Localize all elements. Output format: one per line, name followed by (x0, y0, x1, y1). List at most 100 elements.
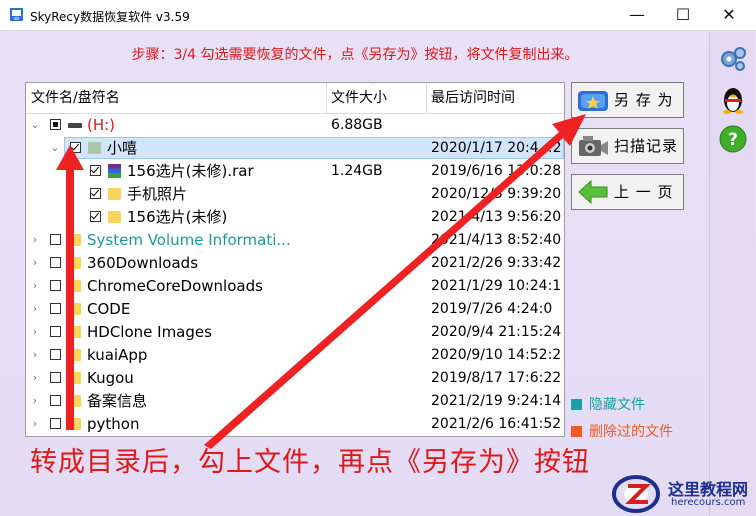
row-name: Kugou (87, 369, 134, 387)
row-time: 2019/8/17 17:6:22 (431, 370, 562, 386)
scan-log-button[interactable]: 扫描记录 (571, 128, 684, 164)
row-checkbox[interactable] (50, 372, 61, 383)
legend-hidden-swatch (571, 399, 582, 410)
app-icon (10, 8, 23, 21)
legend-deleted-swatch (571, 426, 582, 437)
folder-icon (68, 280, 81, 292)
folder-icon (68, 372, 81, 384)
chevron-down-icon[interactable]: ⌄ (30, 118, 40, 132)
tree-row[interactable]: 156选片(未修) 2021/4/13 9:56:20 (26, 206, 564, 229)
row-name: 156选片(未修) (127, 208, 228, 226)
row-checkbox[interactable] (50, 280, 61, 291)
tree-row[interactable]: › python 2021/2/6 16:41:52 (26, 413, 564, 436)
step-instruction: 步骤：3/4 勾选需要恢复的文件，点《另存为》按钮，将文件复制出来。 (131, 47, 579, 63)
row-time: 2020/9/10 14:52:2 (431, 347, 562, 363)
tree-row[interactable]: › System Volume Informati... 2021/4/13 8:5… (26, 229, 564, 252)
tree-row[interactable]: › ChromeCoreDownloads 2021/1/29 10:24:1 (26, 275, 564, 298)
tree-row[interactable]: ⌄ 小嘻 2020/1/17 20:4…2 (26, 137, 564, 160)
folder-icon (68, 395, 81, 407)
tree-row[interactable]: 156选片(未修).rar 1.24GB 2019/6/16 13:0:28 (26, 160, 564, 183)
close-button[interactable]: ✕ (706, 0, 752, 30)
row-checkbox[interactable] (50, 257, 61, 268)
tree-row[interactable]: › kuaiApp 2020/9/10 14:52:2 (26, 344, 564, 367)
folder-icon (68, 303, 81, 315)
tree-row[interactable]: ⌄ (H:) 6.88GB (26, 114, 564, 137)
save-as-label: 另 存 为 (614, 91, 674, 109)
column-header-size[interactable]: 文件大小 (326, 83, 387, 113)
tree-row[interactable]: › 备案信息 2021/2/19 9:24:14 (26, 390, 564, 413)
row-time: 2021/1/29 10:24:1 (431, 278, 562, 294)
svg-text:?: ? (728, 130, 738, 150)
window-title: SkyRecy数据恢复软件 v3.59 (30, 10, 190, 24)
tree-row[interactable]: › HDClone Images 2020/9/4 21:15:24 (26, 321, 564, 344)
prev-page-button[interactable]: 上 一 页 (571, 174, 684, 210)
row-time: 2020/12/3 9:39:20 (431, 186, 562, 202)
row-size: 1.24GB (331, 163, 383, 179)
row-name: HDClone Images (87, 323, 212, 341)
side-toolbar: ? (709, 32, 755, 516)
file-tree[interactable]: 文件名/盘符名 ⌃ 文件大小 最后访问时间 ⌄ (H:) 6.88GB ⌄ 小嘻 2020… (25, 82, 565, 437)
row-checkbox[interactable] (50, 326, 61, 337)
legend-hidden-label: 隐藏文件 (589, 397, 645, 413)
row-checkbox[interactable] (90, 188, 101, 199)
row-checkbox[interactable] (90, 165, 101, 176)
row-time: 2019/6/16 13:0:28 (431, 163, 562, 179)
legend-deleted-label: 删除过的文件 (589, 424, 673, 440)
chevron-down-icon[interactable]: ⌄ (50, 141, 60, 155)
tree-row[interactable]: 手机照片 2020/12/3 9:39:20 (26, 183, 564, 206)
row-checkbox[interactable] (50, 234, 61, 245)
row-time: 2020/1/17 20:4…2 (431, 140, 562, 156)
tree-row[interactable]: › Kugou 2019/8/17 17:6:22 (26, 367, 564, 390)
qq-penguin-icon[interactable] (718, 84, 748, 114)
annotation-text: 转成目录后，勾上文件，再点《另存为》按钮 (30, 447, 590, 478)
row-time: 2021/4/13 8:52:40 (431, 232, 562, 248)
row-checkbox[interactable] (50, 418, 61, 429)
chevron-right-icon[interactable]: › (30, 233, 40, 247)
prev-page-label: 上 一 页 (614, 183, 674, 201)
folder-icon (68, 418, 81, 430)
row-time: 2021/2/19 9:24:14 (431, 393, 562, 409)
title-bar[interactable]: SkyRecy数据恢复软件 v3.59 — ☐ ✕ (0, 0, 756, 31)
tree-row[interactable]: › 360Downloads 2021/2/26 9:33:42 (26, 252, 564, 275)
row-checkbox[interactable] (50, 349, 61, 360)
row-time: 2020/9/4 21:15:24 (431, 324, 562, 340)
chevron-right-icon[interactable]: › (30, 256, 40, 270)
tree-header: 文件名/盘符名 ⌃ 文件大小 最后访问时间 (26, 83, 564, 114)
row-time: 2021/4/13 9:56:20 (431, 209, 562, 225)
legend-hidden: 隐藏文件 (571, 394, 645, 414)
chevron-right-icon[interactable]: › (30, 394, 40, 408)
settings-gear-icon[interactable] (718, 44, 748, 74)
row-checkbox[interactable] (50, 119, 61, 130)
help-icon[interactable]: ? (718, 124, 748, 154)
save-as-button[interactable]: 另 存 为 (571, 82, 684, 118)
tree-row[interactable]: › CODE 2019/7/26 4:24:0 (26, 298, 564, 321)
rar-archive-icon (108, 164, 121, 178)
row-name: ChromeCoreDownloads (87, 277, 263, 295)
row-checkbox[interactable] (50, 395, 61, 406)
row-name: 备案信息 (87, 392, 148, 410)
chevron-right-icon[interactable]: › (30, 325, 40, 339)
chevron-right-icon[interactable]: › (30, 302, 40, 316)
legend-deleted: 删除过的文件 (571, 421, 673, 441)
app-window: SkyRecy数据恢复软件 v3.59 — ☐ ✕ 步骤：3/4 勾选需要恢复的… (0, 0, 756, 516)
chevron-right-icon[interactable]: › (30, 279, 40, 293)
row-checkbox[interactable] (90, 211, 101, 222)
row-name: kuaiApp (87, 346, 148, 364)
column-header-name[interactable]: 文件名/盘符名 (26, 83, 120, 113)
folder-icon (68, 234, 81, 246)
column-header-time[interactable]: 最后访问时间 (426, 83, 515, 113)
row-name: 小嘻 (107, 139, 138, 157)
chevron-right-icon[interactable]: › (30, 417, 40, 431)
row-name: 360Downloads (87, 254, 199, 272)
chevron-right-icon[interactable]: › (30, 348, 40, 362)
row-name: 156选片(未修).rar (127, 162, 254, 180)
row-name: python (87, 415, 140, 433)
maximize-button[interactable]: ☐ (660, 0, 706, 30)
row-name: (H:) (87, 116, 116, 134)
minimize-button[interactable]: — (614, 0, 660, 30)
folder-icon (108, 211, 121, 223)
chevron-right-icon[interactable]: › (30, 371, 40, 385)
row-time: 2021/2/6 16:41:52 (431, 416, 562, 432)
row-checkbox[interactable] (70, 142, 81, 153)
row-checkbox[interactable] (50, 303, 61, 314)
